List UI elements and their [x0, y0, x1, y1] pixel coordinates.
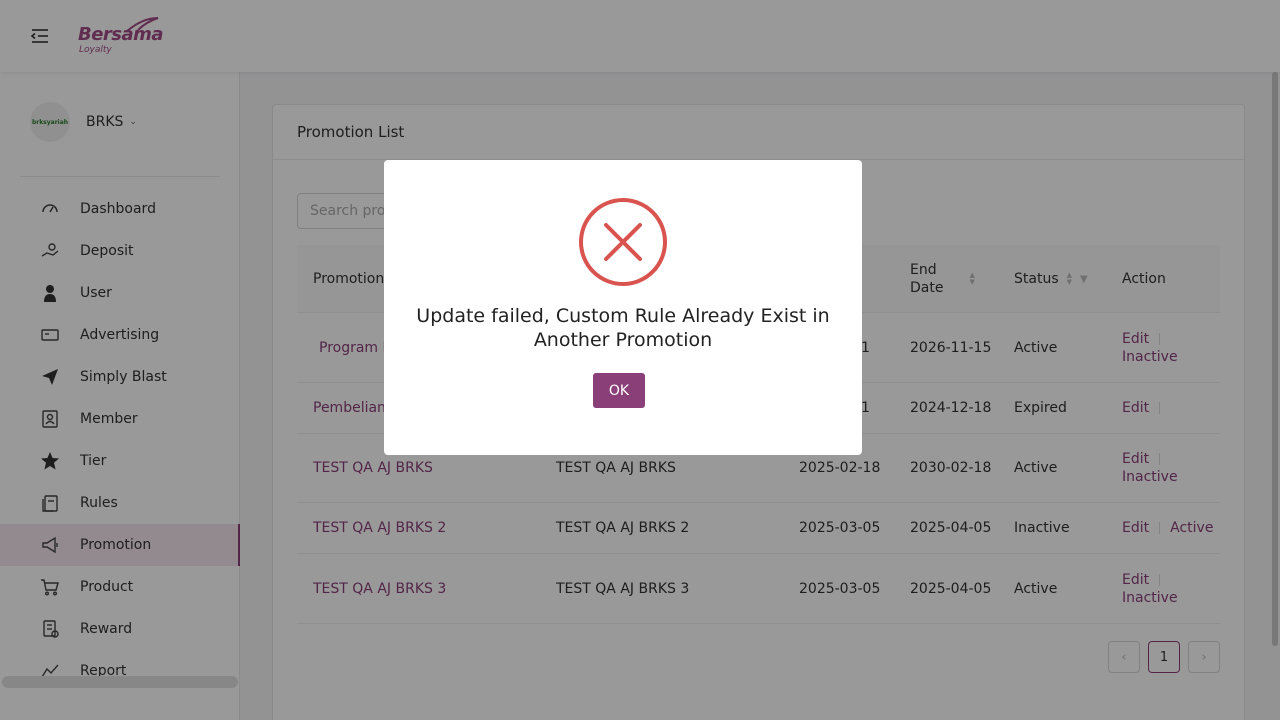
error-message: Update failed, Custom Rule Already Exist… [416, 305, 830, 351]
error-x-icon [578, 197, 668, 287]
error-dialog: Update failed, Custom Rule Already Exist… [384, 160, 862, 455]
ok-button[interactable]: OK [593, 373, 645, 408]
